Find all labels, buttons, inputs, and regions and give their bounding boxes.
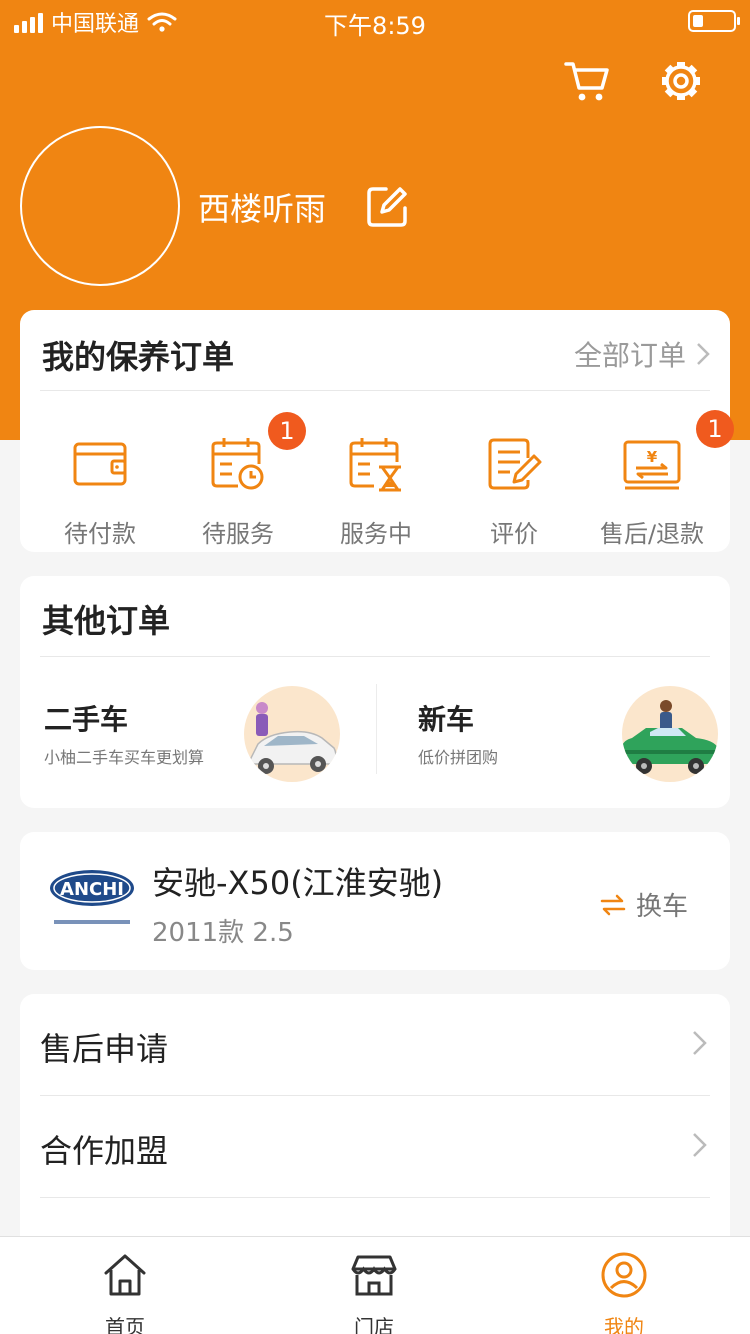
vehicle-name: 安驰-X50(江淮安驰) (152, 864, 444, 902)
menu-item-after-sales[interactable]: 售后申请 (40, 994, 710, 1096)
chevron-right-icon (693, 1031, 707, 1055)
switch-car-button[interactable]: 换车 (600, 886, 688, 923)
settings-gear-icon[interactable] (656, 56, 706, 106)
order-pending-payment[interactable]: 待付款 (30, 434, 170, 548)
store-icon (351, 1255, 397, 1296)
order-pending-service[interactable]: 待服务 (168, 434, 308, 548)
wallet-icon (73, 442, 127, 486)
maintenance-orders-title: 我的保养订单 (42, 338, 235, 376)
all-orders-label: 全部订单 (573, 339, 686, 372)
order-in-service[interactable]: 服务中 (306, 434, 446, 548)
tab-store[interactable]: 门店 (314, 1251, 434, 1334)
review-edit-icon (488, 438, 542, 490)
divider (40, 656, 710, 657)
used-car-illustration (244, 686, 340, 782)
home-icon (104, 1254, 146, 1296)
divider (40, 390, 710, 391)
new-car-subtitle: 低价拼团购 (418, 748, 499, 767)
order-after-sales-refund[interactable]: ¥ 售后/退款 (582, 434, 722, 548)
new-car-illustration (622, 686, 718, 782)
used-car-subtitle: 小柚二手车买车更划算 (44, 748, 205, 767)
order-item-label: 服务中 (340, 520, 412, 548)
swap-arrows-icon (600, 894, 626, 915)
tab-home[interactable]: 首页 (65, 1251, 185, 1334)
order-item-label: 待付款 (64, 520, 136, 548)
menu-item-label: 售后申请 (40, 1030, 169, 1068)
tab-label: 门店 (354, 1315, 394, 1334)
order-item-label: 售后/退款 (599, 520, 705, 548)
maintenance-orders-card: 我的保养订单 全部订单 待付款 待服务 1 服务中 评价 ¥ 售后/退款 1 (20, 310, 734, 552)
other-orders-title: 其他订单 (42, 602, 171, 640)
other-orders-card: 其他订单 二手车 小柚二手车买车更划算 新车 低价拼团购 (20, 576, 730, 808)
calendar-clock-icon (211, 438, 264, 490)
vehicle-spec: 2011款 2.5 (152, 918, 294, 948)
battery-icon (688, 10, 740, 32)
chevron-right-icon (697, 343, 710, 365)
username: 西楼听雨 (198, 190, 327, 228)
new-car-title: 新车 (418, 703, 475, 736)
svg-text:ANCHI: ANCHI (60, 879, 124, 900)
vertical-divider (376, 684, 377, 774)
used-car-entry[interactable]: 二手车 小柚二手车买车更划算 (44, 676, 344, 786)
new-car-entry[interactable]: 新车 低价拼团购 (418, 676, 718, 786)
all-orders-link[interactable]: 全部订单 (574, 334, 710, 374)
profile-page: 中国联通 下午8:59 西楼听雨 我的保养订单 全部订单 待付款 待服务 1 服… (0, 0, 750, 1334)
order-item-label: 待服务 (202, 520, 274, 548)
tab-label: 首页 (105, 1315, 145, 1334)
order-review[interactable]: 评价 (444, 434, 584, 548)
svg-text:¥: ¥ (647, 448, 658, 466)
edit-profile-icon[interactable] (364, 184, 410, 230)
menu-item-partnership[interactable]: 合作加盟 (40, 1096, 710, 1198)
switch-car-label: 换车 (635, 892, 688, 922)
menu-card: 售后申请 合作加盟 门店系统 (20, 994, 730, 1254)
cart-icon[interactable] (562, 56, 612, 106)
avatar[interactable] (20, 126, 180, 286)
order-item-label: 评价 (490, 520, 538, 548)
status-bar: 中国联通 下午8:59 (0, 0, 750, 44)
menu-item-label: 合作加盟 (40, 1132, 169, 1170)
profile-icon (601, 1252, 647, 1298)
tab-label: 我的 (604, 1315, 644, 1334)
vehicle-card[interactable]: ANCHI 安驰-X50(江淮安驰) 2011款 2.5 换车 (20, 832, 730, 970)
refund-badge: 1 (696, 410, 734, 448)
refund-icon: ¥ (623, 440, 681, 490)
chevron-right-icon (693, 1133, 707, 1157)
calendar-hourglass-icon (349, 438, 401, 492)
status-time: 下午8:59 (324, 12, 426, 40)
pending-service-badge: 1 (268, 412, 306, 450)
anchi-logo: ANCHI (50, 870, 134, 924)
tab-mine[interactable]: 我的 (564, 1251, 684, 1334)
tab-bar: 首页 门店 我的 (0, 1236, 750, 1334)
used-car-title: 二手车 (44, 703, 129, 736)
